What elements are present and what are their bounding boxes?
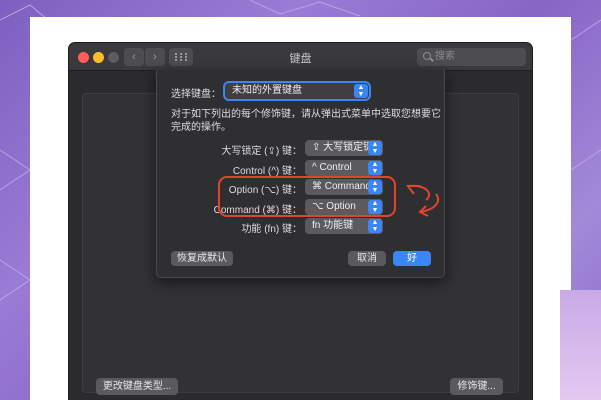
title-bar: ‹ › 键盘 搜索 [69,43,532,71]
search-icon [423,52,431,60]
popup-chevrons-icon: ▲ ▼ [368,161,382,175]
select-keyboard-label: 选择键盘： [171,89,221,100]
instructions-text: 对于如下列出的每个修饰键，请从弹出式菜单中选取您想要它完成的操作。 [171,109,441,133]
function-action-select[interactable]: fn 功能键 ▲ ▼ [305,218,383,234]
highlight-annotation [218,176,396,217]
modifier-keys-sheet: 选择键盘： 未知的外置键盘 ▲ ▼ 对于如下列出的每个修饰键，请从弹出式菜单中选取… [156,70,445,278]
control-key-label: Control (^) 键： [232,166,302,177]
function-key-label: 功能 (fn) 键： [241,224,302,235]
swap-arrows-icon [406,184,439,217]
popup-chevrons-icon: ▲ ▼ [368,219,382,233]
modifier-keys-button[interactable]: 修饰键... [450,378,503,395]
cancel-button[interactable]: 取消 [348,251,386,266]
change-keyboard-type-button[interactable]: 更改键盘类型... [96,378,178,395]
control-action-value: ^ Control [312,162,352,173]
search-field[interactable]: 搜索 [417,48,526,66]
search-placeholder: 搜索 [435,51,455,62]
restore-defaults-button[interactable]: 恢复成默认 [171,251,233,266]
control-action-select[interactable]: ^ Control ▲ ▼ [305,160,383,176]
caps-lock-action-value: ⇪ 大写锁定键 [312,142,374,153]
function-action-value: fn 功能键 [312,220,354,231]
caps-lock-action-select[interactable]: ⇪ 大写锁定键 ▲ ▼ [305,140,383,156]
popup-chevrons-icon: ▲ ▼ [368,141,382,155]
caps-lock-key-label: 大写锁定 (⇪) 键： [221,146,302,157]
keyboard-select-value: 未知的外置键盘 [232,85,302,96]
popup-chevrons-icon: ▲ ▼ [354,84,368,98]
ok-button[interactable]: 好 [393,251,431,266]
flower-decoration [560,290,601,400]
keyboard-select[interactable]: 未知的外置键盘 ▲ ▼ [225,83,369,99]
